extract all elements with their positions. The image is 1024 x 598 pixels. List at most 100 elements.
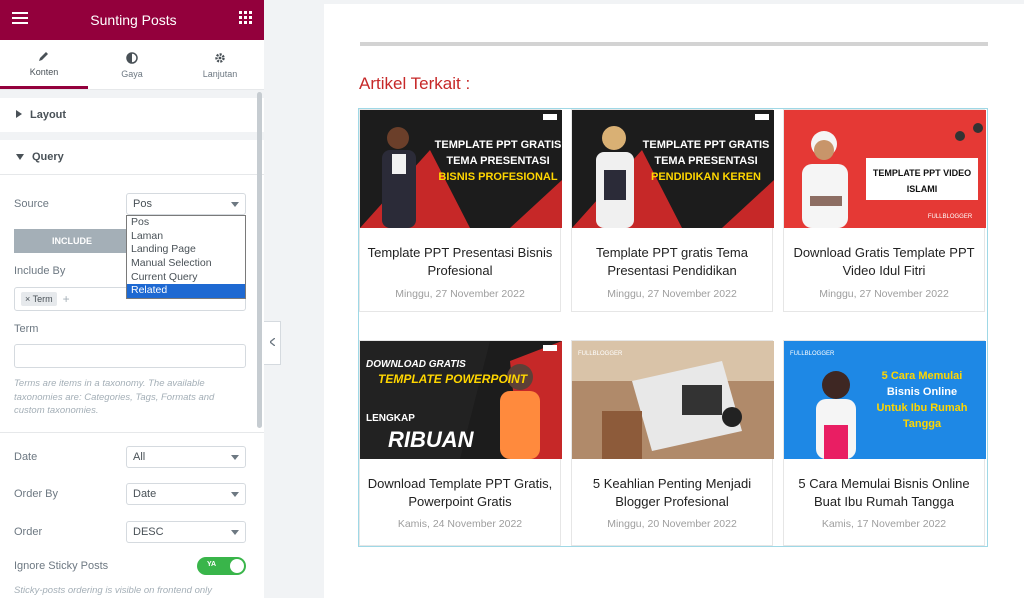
post-title[interactable]: Download Template PPT Gratis, Powerpoint… [364, 475, 556, 511]
post-card[interactable]: FULLBLOGGER 5 Cara Memulai Bisnis Online… [783, 340, 986, 546]
section-layout[interactable]: Layout [0, 98, 264, 132]
dropdown-option[interactable]: Laman [127, 230, 245, 244]
dropdown-option[interactable]: Pos [127, 216, 245, 230]
thumb-text: TEMPLATE PPT VIDEO [873, 168, 971, 178]
post-title[interactable]: Template PPT gratis Tema Presentasi Pend… [576, 244, 768, 280]
term-tag: × Term [21, 292, 57, 306]
add-icon[interactable]: + [63, 292, 70, 306]
order-select[interactable]: DESC [126, 521, 246, 543]
term-help-text: Terms are items in a taxonomy. The avail… [14, 378, 215, 416]
chevron-down-icon [231, 201, 239, 207]
date-select-value: All [133, 451, 146, 463]
page-preview: Artikel Terkait : TEMPLATE PPT GRATIS TE… [324, 4, 1024, 598]
include-by-label: Include By [14, 265, 66, 277]
tab-lanjutan[interactable]: Lanjutan [176, 40, 264, 89]
thumb-text: TEMA PRESENTASI [446, 155, 549, 167]
section-query-label: Query [32, 151, 64, 163]
tag-remove-icon[interactable]: × [25, 294, 30, 304]
post-thumbnail[interactable]: TEMPLATE PPT GRATIS TEMA PRESENTASI PEND… [572, 110, 774, 228]
date-select[interactable]: All [126, 446, 246, 468]
thumb-text: TEMPLATE PPT GRATIS [435, 139, 562, 151]
dropdown-option[interactable]: Manual Selection [127, 257, 245, 271]
dropdown-option[interactable]: Landing Page [127, 243, 245, 257]
post-thumbnail[interactable]: DOWNLOAD GRATIS TEMPLATE POWERPOINT LENG… [360, 341, 562, 459]
post-thumbnail[interactable]: FULLBLOGGER [572, 341, 774, 459]
post-date: Minggu, 27 November 2022 [607, 288, 737, 300]
chevron-down-icon [231, 454, 239, 460]
thumb-text: LENGKAP [366, 413, 415, 424]
post-card[interactable]: TEMPLATE PPT GRATIS TEMA PRESENTASI BISN… [359, 109, 562, 312]
thumb-text: FULLBLOGGER [578, 351, 623, 357]
post-card[interactable]: DOWNLOAD GRATIS TEMPLATE POWERPOINT LENG… [359, 340, 562, 546]
thumb-text: Untuk Ibu Rumah [876, 402, 967, 414]
source-select[interactable]: Pos [126, 193, 246, 215]
chevron-down-icon [231, 491, 239, 497]
tab-konten[interactable]: Konten [0, 40, 88, 89]
thumb-text: RIBUAN [388, 427, 475, 452]
ignore-sticky-label: Ignore Sticky Posts [14, 560, 109, 572]
thumb-text: FULLBLOGGER [928, 214, 973, 220]
source-dropdown-list: Pos Laman Landing Page Manual Selection … [126, 215, 246, 300]
panel-tabs: Konten Gaya Lanjutan [0, 40, 264, 90]
dropdown-option[interactable]: Current Query [127, 271, 245, 285]
term-input[interactable] [14, 344, 246, 368]
date-label: Date [14, 451, 38, 463]
term-label: Term [14, 323, 39, 335]
post-card[interactable]: TEMPLATE PPT GRATIS TEMA PRESENTASI PEND… [571, 109, 774, 312]
widgets-grid-icon[interactable] [238, 11, 252, 29]
tab-label: Gaya [121, 68, 143, 79]
separator-line [360, 42, 988, 46]
collapse-panel-button[interactable] [264, 321, 281, 365]
post-card[interactable]: FULLBLOGGER 5 Keahlian Penting Menjadi B… [571, 340, 774, 546]
post-date: Kamis, 17 November 2022 [821, 518, 947, 530]
sticky-help-text: Sticky-posts ordering is visible on fron… [14, 585, 213, 596]
chevron-down-icon [231, 529, 239, 535]
toggle-knob [230, 559, 244, 573]
order-label: Order [14, 526, 43, 538]
section-layout-label: Layout [30, 109, 67, 121]
post-date: Minggu, 20 November 2022 [607, 518, 737, 530]
tab-gaya[interactable]: Gaya [88, 40, 176, 89]
post-thumbnail[interactable]: FULLBLOGGER 5 Cara Memulai Bisnis Online… [784, 341, 986, 459]
thumb-text: TEMPLATE POWERPOINT [378, 372, 529, 386]
hamburger-menu-icon[interactable] [12, 11, 28, 29]
source-label: Source [14, 198, 49, 210]
caret-down-icon [16, 151, 24, 163]
posts-widget[interactable]: TEMPLATE PPT GRATIS TEMA PRESENTASI BISN… [358, 108, 988, 547]
caret-right-icon [16, 109, 22, 121]
post-title[interactable]: Template PPT Presentasi Bisnis Profesion… [364, 244, 556, 280]
panel-scrollbar[interactable] [257, 92, 262, 428]
thumb-text: TEMA PRESENTASI [654, 155, 757, 167]
thumb-text: DOWNLOAD GRATIS [366, 359, 466, 370]
post-title[interactable]: Download Gratis Template PPT Video Idul … [788, 244, 980, 280]
divider [0, 174, 264, 175]
thumb-text: Tangga [903, 418, 942, 430]
gear-icon [213, 51, 227, 65]
section-query[interactable]: Query [0, 140, 264, 174]
post-title[interactable]: 5 Cara Memulai Bisnis Online Buat Ibu Ru… [788, 475, 980, 511]
source-select-value: Pos [133, 198, 152, 210]
post-thumbnail[interactable]: TEMPLATE PPT GRATIS TEMA PRESENTASI BISN… [360, 110, 562, 228]
thumb-text: FULLBLOGGER [790, 351, 835, 357]
pencil-icon [37, 49, 51, 63]
divider [0, 432, 264, 433]
toggle-text: YA [207, 561, 217, 568]
post-thumbnail[interactable]: TEMPLATE PPT VIDEO ISLAMI FULLBLOGGER [784, 110, 986, 228]
post-date: Minggu, 27 November 2022 [395, 288, 525, 300]
panel-title: Sunting Posts [90, 12, 177, 28]
related-articles-heading: Artikel Terkait : [359, 74, 471, 93]
order-by-select-value: Date [133, 488, 157, 500]
thumb-text: TEMPLATE PPT GRATIS [643, 139, 770, 151]
tag-label: Term [32, 294, 53, 304]
post-card[interactable]: TEMPLATE PPT VIDEO ISLAMI FULLBLOGGER Do… [783, 109, 986, 312]
order-select-value: DESC [133, 526, 164, 538]
dropdown-option-highlighted[interactable]: Related [127, 284, 245, 299]
order-by-select[interactable]: Date [126, 483, 246, 505]
order-by-label: Order By [14, 488, 59, 500]
divider [0, 90, 264, 98]
ignore-sticky-toggle[interactable]: YA [197, 557, 246, 575]
post-title[interactable]: 5 Keahlian Penting Menjadi Blogger Profe… [576, 475, 768, 511]
tab-label: Lanjutan [202, 68, 238, 79]
divider [0, 132, 264, 140]
tab-include[interactable]: INCLUDE [14, 229, 130, 253]
